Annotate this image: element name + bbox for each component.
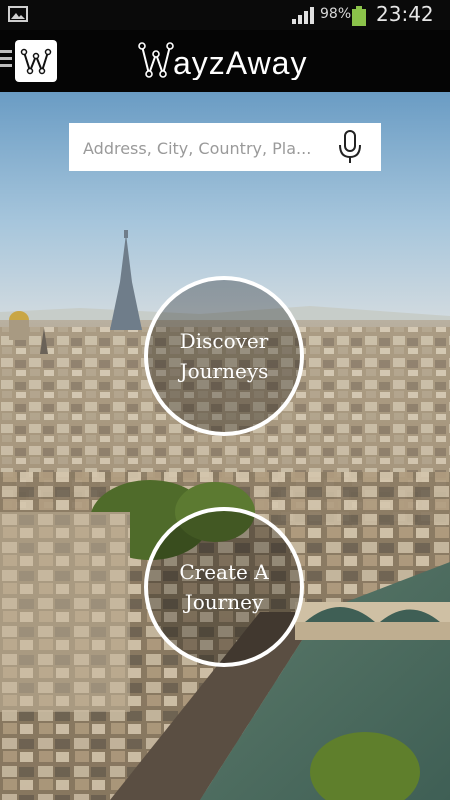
discover-line2: Journeys (179, 359, 269, 383)
create-journey-button[interactable]: Create A Journey (144, 507, 304, 667)
search-bar (69, 123, 381, 171)
app-logo-button[interactable] (15, 40, 57, 82)
battery-percent: 98% (320, 6, 352, 22)
hero-background (0, 92, 450, 800)
discover-journeys-button[interactable]: Discover Journeys (144, 276, 304, 436)
search-input[interactable] (81, 131, 333, 165)
discover-line1: Discover (179, 329, 269, 353)
battery-icon (351, 6, 367, 26)
clock: 23:42 (376, 2, 434, 26)
status-bar: 98% 23:42 (0, 0, 450, 30)
app-bar: ayzAway (0, 30, 450, 92)
hamburger-icon[interactable] (0, 50, 12, 70)
create-line2: Journey (184, 590, 264, 614)
app-title: ayzAway (136, 40, 316, 89)
svg-text:ayzAway: ayzAway (173, 45, 307, 80)
microphone-icon[interactable] (337, 129, 363, 165)
signal-icon (292, 7, 316, 24)
image-icon (8, 6, 28, 22)
create-line1: Create A (179, 560, 269, 584)
